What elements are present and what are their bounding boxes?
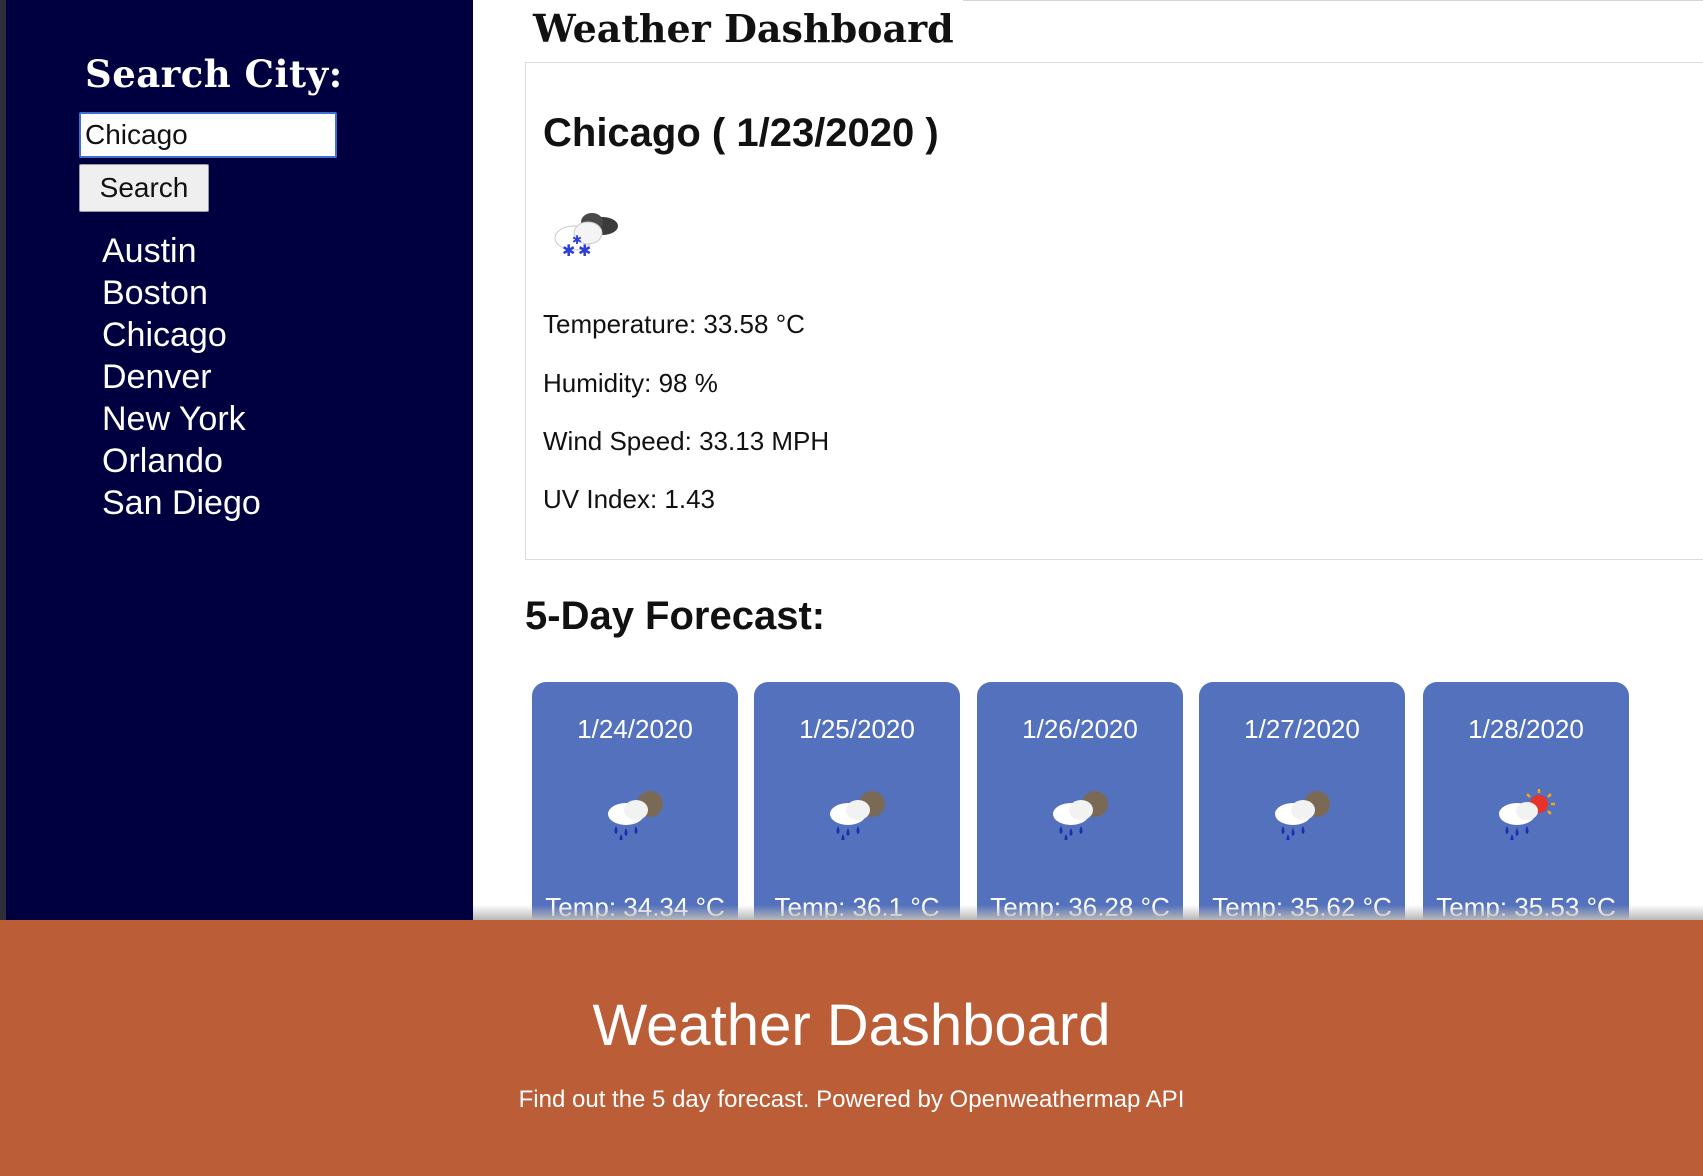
forecast-card: 1/25/2020 Temp: 36.1 °C <box>754 682 960 920</box>
forecast-heading: 5-Day Forecast: <box>525 594 826 638</box>
city-item-chicago[interactable]: Chicago <box>102 314 261 356</box>
forecast-card: 1/26/2020 Temp: 36.28 °C <box>977 682 1183 920</box>
city-item-boston[interactable]: Boston <box>102 272 261 314</box>
city-item-san-diego[interactable]: San Diego <box>102 482 261 524</box>
humidity-value: Humidity: 98 % <box>543 368 718 398</box>
rain-cloud-sun-icon <box>1499 789 1555 840</box>
forecast-date: 1/26/2020 <box>1022 714 1138 744</box>
banner-subtitle: Find out the 5 day forecast. Powered by … <box>518 1086 1185 1113</box>
forecast-date: 1/27/2020 <box>1244 714 1360 744</box>
search-city-heading: Search City: <box>85 52 343 96</box>
temperature-value: Temperature: 33.58 °C <box>543 309 805 339</box>
search-button[interactable]: Search <box>79 164 209 212</box>
city-item-austin[interactable]: Austin <box>102 230 261 272</box>
search-input[interactable] <box>79 112 337 158</box>
city-item-orlando[interactable]: Orlando <box>102 440 261 482</box>
svg-text:✱: ✱ <box>572 233 582 247</box>
snow-cloud-icon: ✱ ✱ ✱ <box>554 213 618 260</box>
rain-cloud-night-icon <box>1053 791 1108 840</box>
uv-index-value: UV Index: 1.43 <box>543 484 715 514</box>
header-divider <box>963 0 1703 1</box>
current-city-heading: Chicago ( 1/23/2020 ) <box>543 111 939 155</box>
rain-cloud-night-icon <box>830 791 885 840</box>
city-item-new-york[interactable]: New York <box>102 398 261 440</box>
page-title: Weather Dashboard <box>533 6 954 51</box>
city-item-denver[interactable]: Denver <box>102 356 261 398</box>
forecast-card: 1/27/2020 Temp: 35.62 °C <box>1199 682 1405 920</box>
sidebar: Search City: Search Austin Boston Chicag… <box>6 0 473 920</box>
current-weather-card: Chicago ( 1/23/2020 ) ✱ ✱ ✱ Temperature:… <box>525 62 1703 560</box>
forecast-date: 1/25/2020 <box>799 714 915 744</box>
forecast-card: 1/28/2020 Temp: 35.53 °C <box>1423 682 1629 920</box>
caption-banner: Weather Dashboard Find out the 5 day for… <box>0 920 1703 1176</box>
forecast-date: 1/24/2020 <box>577 714 693 744</box>
screenshot-bottom-shadow <box>473 905 1703 920</box>
rain-cloud-night-icon <box>608 791 663 840</box>
wind-speed-value: Wind Speed: 33.13 MPH <box>543 426 830 456</box>
app-screenshot: Search City: Search Austin Boston Chicag… <box>0 0 1703 920</box>
city-history-list: Austin Boston Chicago Denver New York Or… <box>102 230 261 524</box>
banner-title: Weather Dashboard <box>592 993 1111 1058</box>
forecast-card: 1/24/2020 Temp: 34.34 °C <box>532 682 738 920</box>
forecast-date: 1/28/2020 <box>1468 714 1584 744</box>
main-content: Weather Dashboard Chicago ( 1/23/2020 ) … <box>473 0 1703 920</box>
rain-cloud-night-icon <box>1275 791 1330 840</box>
